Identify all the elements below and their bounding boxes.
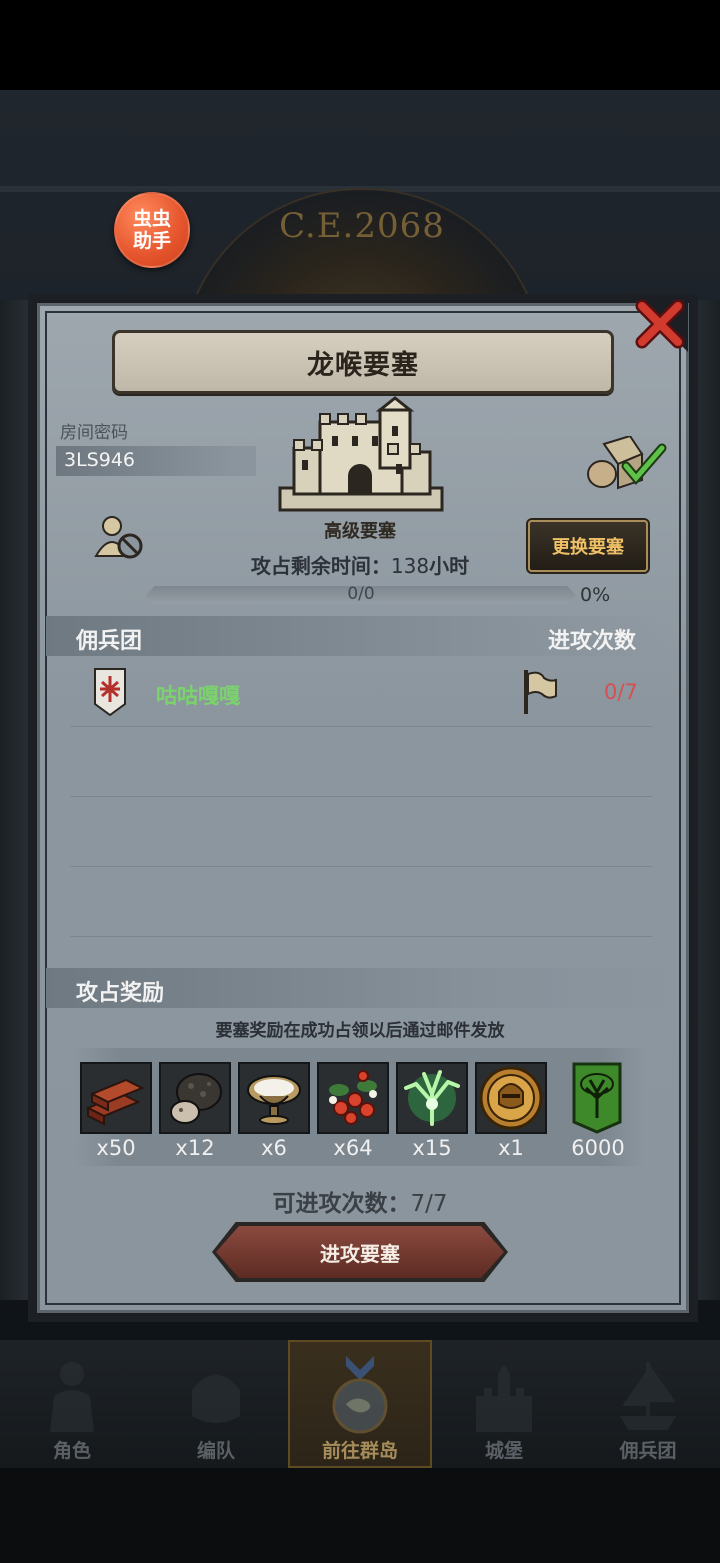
tree-banner-icon[interactable]	[572, 1062, 622, 1134]
loot-bag-check-icon[interactable]	[584, 436, 668, 490]
nav-item-castle[interactable]: 城堡	[432, 1340, 576, 1468]
reward-wood-planks[interactable]	[80, 1062, 152, 1134]
ship-icon	[620, 1362, 676, 1430]
change-fortress-label: 更换要塞	[552, 537, 624, 558]
nav-item-character[interactable]: 角色	[0, 1340, 144, 1468]
guild-attack-count: 0/7	[604, 680, 638, 704]
room-code-label: 房间密码	[60, 423, 128, 443]
nav-label: 城堡	[484, 1440, 523, 1462]
dialog-title-banner: 龙喉要塞	[112, 330, 614, 394]
wood-planks-icon	[85, 1078, 145, 1126]
nav-label: 角色	[52, 1440, 91, 1462]
reward-qty: x15	[412, 1136, 452, 1160]
row-divider	[70, 796, 652, 797]
attack-fortress-button[interactable]: 进攻要塞	[216, 1226, 504, 1278]
reward-section-title: 攻占奖励	[76, 981, 165, 1006]
green-tree-spirit-icon	[404, 1070, 460, 1126]
mercenary-section-title: 佣兵团	[76, 629, 143, 654]
attack-count-header: 进攻次数	[548, 629, 637, 654]
progress-percent: 0%	[580, 584, 611, 606]
reward-berries[interactable]	[317, 1062, 389, 1134]
guild-emblem-icon	[94, 668, 126, 716]
room-code-value[interactable]: 3LS946	[64, 449, 135, 471]
nav-item-formation[interactable]: 编队	[144, 1340, 288, 1468]
truffle-icon	[170, 1073, 222, 1124]
guild-name: 咕咕嘎嘎	[156, 684, 240, 708]
remaining-time-label: 攻占剩余时间：	[250, 554, 391, 578]
attacks-left-label: 可进攻次数：	[272, 1191, 411, 1217]
milk-bowl-icon	[247, 1075, 301, 1125]
reward-qty: x1	[498, 1136, 524, 1160]
fortress-castle-icon	[278, 396, 444, 512]
knight-helmet-coin-icon	[479, 1066, 543, 1130]
nav-label: 前往群岛	[321, 1440, 398, 1462]
nav-item-islands[interactable]: 前往群岛	[288, 1340, 432, 1468]
reward-truffle[interactable]	[159, 1062, 231, 1134]
era-text: C.E.2068	[279, 206, 445, 246]
helmet-icon	[192, 1375, 240, 1423]
close-icon[interactable]	[632, 296, 688, 352]
reward-knight-coin[interactable]	[475, 1062, 547, 1134]
row-divider	[70, 726, 652, 727]
background-left-edge	[0, 300, 34, 1300]
nav-item-mercenary[interactable]: 佣兵团	[576, 1340, 720, 1468]
row-divider	[70, 866, 652, 867]
remaining-time-value: 138	[390, 554, 430, 578]
flag-icon	[524, 670, 557, 714]
knight-icon	[50, 1362, 94, 1432]
castle-icon	[476, 1364, 532, 1432]
row-divider	[70, 936, 652, 937]
remaining-time-unit: 小时	[429, 554, 470, 578]
reward-note: 要塞奖励在成功占领以后通过邮件发放	[215, 1021, 505, 1041]
helper-badge[interactable]: 虫虫 助手	[114, 192, 190, 268]
attacks-left-value: 7/7	[410, 1191, 448, 1217]
no-user-icon[interactable]	[94, 514, 144, 560]
dialog-title: 龙喉要塞	[307, 349, 419, 381]
reward-qty: x50	[96, 1136, 136, 1160]
change-fortress-button[interactable]: 更换要塞	[528, 520, 648, 572]
reward-milk-bowl[interactable]	[238, 1062, 310, 1134]
island-icon	[332, 1356, 388, 1434]
nav-label: 佣兵团	[619, 1440, 677, 1462]
bottom-nav: 角色 编队 前往群岛 城堡 佣兵团	[0, 1340, 720, 1468]
guild-row[interactable]	[60, 658, 660, 724]
attacks-left: 可进攻次数：7/7	[0, 1184, 720, 1218]
progress-text: 0/0	[347, 584, 375, 604]
reward-qty: x6	[261, 1136, 287, 1160]
reward-qty: x64	[333, 1136, 373, 1160]
nav-label: 编队	[196, 1440, 235, 1462]
status-bar-area	[0, 0, 720, 90]
reward-qty: x12	[175, 1136, 215, 1160]
system-bottom-area	[0, 1468, 720, 1563]
berries-icon	[329, 1070, 377, 1125]
reward-tree-spirit[interactable]	[396, 1062, 468, 1134]
attack-fortress-label: 进攻要塞	[320, 1241, 400, 1266]
reward-qty: 6000	[571, 1136, 625, 1160]
helper-badge-label: 虫虫 助手	[132, 208, 171, 252]
